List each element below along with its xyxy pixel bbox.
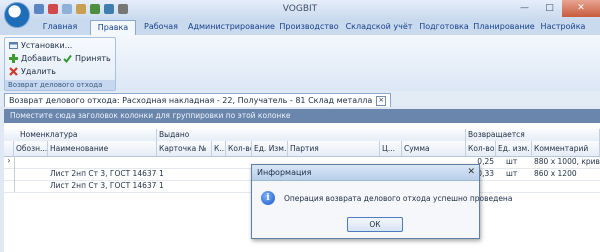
col-card[interactable]: Карточка №: [157, 141, 212, 156]
tab-workspace[interactable]: Рабочая: [138, 20, 184, 35]
plus-icon: [9, 54, 18, 63]
close-window-button[interactable]: ✕: [562, 0, 600, 17]
cell-card[interactable]: 1: [157, 180, 212, 192]
ribbon-tabs: Главная Правка Рабочая Администрирование…: [0, 20, 600, 36]
ok-button[interactable]: ОК: [347, 217, 403, 232]
col-batch[interactable]: Партия: [288, 141, 380, 156]
accept-button[interactable]: Принять: [63, 54, 111, 64]
cell-card[interactable]: 1: [157, 168, 212, 180]
col-sum[interactable]: Сумма: [402, 141, 466, 156]
row-selector: [4, 168, 15, 180]
tab-home[interactable]: Главная: [34, 20, 86, 35]
col-comment[interactable]: Комментарий: [532, 141, 600, 156]
dialog-title-bar: Информация ✕: [252, 165, 479, 181]
tab-production[interactable]: Производство: [278, 20, 340, 35]
settings-label: Установки...: [21, 41, 73, 50]
cell-comment[interactable]: 860 х 1200: [532, 168, 600, 180]
dialog-message: Операция возврата делового отхода успешн…: [284, 194, 513, 203]
cell-returned-unit[interactable]: [504, 180, 532, 192]
settings-icon: [9, 41, 18, 50]
add-button[interactable]: Добавить: [9, 54, 61, 63]
information-dialog: Информация ✕ i Операция возврата деловог…: [251, 164, 512, 239]
maximize-button[interactable]: □: [537, 0, 562, 17]
cell-comment[interactable]: [532, 180, 600, 192]
add-label: Добавить: [21, 54, 62, 63]
col-name[interactable]: Наименование: [48, 141, 157, 156]
close-icon[interactable]: ✕: [467, 165, 475, 180]
window-title: VOGBIT: [282, 4, 318, 14]
document-tab-strip: Возврат делового отхода: Расходная накла…: [0, 91, 600, 107]
window-controls: — □ ✕: [512, 0, 600, 17]
accept-label: Принять: [75, 54, 111, 63]
title-bar: VOGBIT — □ ✕: [0, 0, 600, 20]
ribbon-group-caption: Возврат делового отхода: [5, 80, 115, 90]
tab-edit[interactable]: Правка: [90, 20, 136, 36]
info-icon: i: [261, 191, 275, 205]
application-menu-button[interactable]: [4, 2, 30, 28]
cell-comment[interactable]: 880 х 1000, кривой: [532, 156, 600, 168]
cell-card[interactable]: [157, 156, 212, 168]
tab-administration[interactable]: Администрирование: [188, 20, 275, 35]
document-tab[interactable]: Возврат делового отхода: Расходная накла…: [4, 93, 392, 107]
col-returned-qty[interactable]: Кол-во: [466, 141, 496, 156]
dialog-title: Информация: [257, 168, 312, 177]
minimize-button[interactable]: —: [512, 0, 537, 17]
cell-returned-unit[interactable]: шт: [504, 156, 532, 168]
cell-returned-unit[interactable]: шт: [504, 168, 532, 180]
delete-button[interactable]: Удалить: [9, 67, 56, 76]
group-by-panel[interactable]: Поместите сюда заголовок колонки для гру…: [4, 109, 600, 123]
row-selector: [4, 180, 15, 192]
col-unit[interactable]: Ед. Изм.: [252, 141, 288, 156]
col-designation[interactable]: Обозн...: [14, 141, 48, 156]
col-returned-unit[interactable]: Ед. изм.: [496, 141, 532, 156]
tab-preparation[interactable]: Подготовка: [418, 20, 470, 35]
checkmark-icon: [63, 54, 72, 64]
band-issued[interactable]: Выдано: [157, 129, 466, 141]
cell-name[interactable]: Лист 2нп Ст 3, ГОСТ 14637-89: [48, 168, 157, 180]
delete-label: Удалить: [21, 67, 56, 76]
close-icon[interactable]: ×: [376, 95, 387, 106]
col-price[interactable]: Ц...: [380, 141, 402, 156]
row-selector-arrow-icon: ›: [4, 156, 15, 168]
ribbon-group-waste-return: Установки... Добавить Принять Удалить Во…: [4, 37, 116, 91]
tab-settings[interactable]: Настройка: [538, 20, 588, 35]
ribbon-panel: Установки... Добавить Принять Удалить Во…: [0, 35, 600, 92]
cell-name[interactable]: [48, 156, 157, 168]
document-tab-label: Возврат делового отхода: Расходная накла…: [9, 95, 373, 105]
tab-planning[interactable]: Планирование: [473, 20, 535, 35]
band-returned[interactable]: Возвращается: [466, 129, 600, 141]
delete-icon: [9, 67, 18, 76]
row-indicator-header: [4, 141, 14, 156]
cell-name[interactable]: Лист 2нп Ст 3, ГОСТ 14637-89: [48, 180, 157, 192]
col-qty[interactable]: Кол-во: [226, 141, 252, 156]
band-nomenclature[interactable]: Номенклатура: [4, 129, 157, 141]
tab-warehouse[interactable]: Складской учёт: [343, 20, 415, 35]
settings-button[interactable]: Установки...: [9, 41, 72, 50]
column-header-row: Обозн... Наименование Карточка № К... Ко…: [4, 141, 600, 157]
col-k[interactable]: К...: [212, 141, 226, 156]
